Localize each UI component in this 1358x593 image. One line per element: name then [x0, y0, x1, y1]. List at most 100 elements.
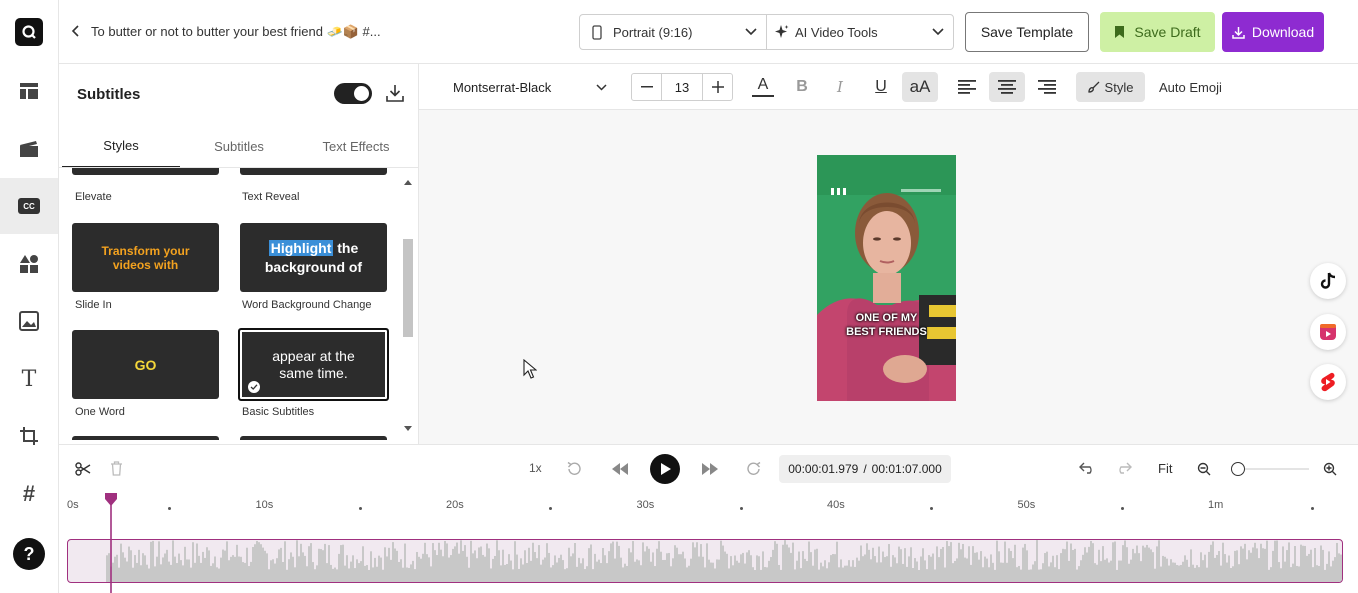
style-card-next[interactable] — [240, 436, 387, 440]
style-card-word-background-change[interactable]: Highlight the background of — [240, 223, 387, 292]
save-template-button[interactable]: Save Template — [965, 12, 1089, 52]
styles-scrollbar[interactable] — [400, 172, 416, 440]
subtitle-caption[interactable]: ONE OF MY BEST FRIENDS — [817, 311, 956, 339]
waveform-bar — [284, 541, 286, 582]
save-draft-button[interactable]: Save Draft — [1100, 12, 1215, 52]
zoom-slider-thumb[interactable] — [1231, 462, 1245, 476]
waveform-bar — [396, 550, 398, 582]
waveform-bar — [638, 560, 640, 582]
style-button[interactable]: Style — [1076, 72, 1145, 102]
waveform-bar — [530, 560, 532, 582]
waveform-bar — [598, 559, 600, 582]
trash-icon — [111, 461, 122, 476]
style-card-text-reveal[interactable] — [240, 168, 387, 175]
waveform-bar — [722, 545, 724, 582]
rail-media-button[interactable] — [0, 121, 58, 177]
skip-back-button[interactable] — [612, 463, 628, 475]
auto-emoji-button[interactable]: Auto Emoji — [1159, 72, 1222, 102]
rewind-5-button[interactable] — [566, 461, 582, 477]
font-family-dropdown[interactable]: Montserrat-Black — [441, 72, 619, 102]
waveform-bar — [312, 562, 314, 582]
format-dropdown[interactable]: Portrait (9:16) — [579, 14, 767, 50]
undo-button[interactable] — [1079, 462, 1097, 474]
rail-elements-button[interactable] — [0, 236, 58, 292]
skip-forward-icon — [702, 463, 718, 475]
timeline-ruler[interactable]: 0s 10s 20s 30s 40s 50s 1m — [59, 499, 1358, 519]
italic-button[interactable]: I — [824, 72, 856, 102]
redo-button[interactable] — [1114, 462, 1132, 474]
delete-button[interactable] — [110, 461, 123, 476]
playback-speed-button[interactable]: 1x — [529, 461, 542, 475]
align-right-button[interactable] — [1031, 72, 1063, 102]
style-card-one-word[interactable]: GO — [72, 330, 219, 399]
waveform-bar — [1112, 542, 1114, 582]
scrollbar-thumb[interactable] — [403, 239, 413, 337]
video-track-clip[interactable] — [67, 539, 1343, 583]
skip-forward-button[interactable] — [702, 463, 718, 475]
waveform-bar — [1322, 549, 1324, 582]
waveform-bar — [786, 544, 788, 582]
youtube-shorts-share-button[interactable] — [1310, 364, 1346, 400]
font-size-decrease-button[interactable] — [632, 74, 662, 100]
waveform-bar — [630, 552, 632, 582]
waveform-bar — [1334, 557, 1336, 582]
waveform-bar — [456, 542, 458, 582]
instagram-reels-share-button[interactable] — [1310, 314, 1346, 350]
waveform-bar — [354, 568, 356, 582]
align-center-button[interactable] — [989, 72, 1025, 102]
playhead[interactable] — [104, 493, 118, 593]
top-bar: To butter or not to butter your best fri… — [59, 0, 1358, 64]
back-button[interactable] — [71, 24, 81, 38]
waveform-bar — [134, 555, 136, 582]
project-title[interactable]: To butter or not to butter your best fri… — [91, 24, 381, 40]
text-case-button[interactable]: aA — [902, 72, 938, 102]
waveform-bar — [290, 552, 292, 582]
font-size-input[interactable]: 13 — [662, 74, 702, 100]
fit-button[interactable]: Fit — [1158, 461, 1172, 476]
tab-styles[interactable]: Styles — [62, 124, 180, 168]
waveform-bar — [984, 556, 986, 582]
waveform-bar — [1024, 543, 1026, 582]
waveform-bar — [138, 549, 140, 582]
rail-layout-button[interactable] — [0, 63, 58, 119]
export-subtitles-button[interactable] — [386, 84, 404, 102]
text-color-button[interactable]: A — [747, 72, 779, 102]
zoom-out-button[interactable] — [1197, 462, 1211, 476]
subtitles-toggle[interactable] — [334, 83, 372, 104]
ai-tools-dropdown[interactable]: AI Video Tools — [766, 14, 954, 50]
style-card-elevate[interactable] — [72, 168, 219, 175]
rail-text-button[interactable]: T — [0, 351, 58, 407]
rail-crop-button[interactable] — [0, 408, 58, 464]
split-button[interactable] — [75, 462, 91, 476]
video-preview[interactable]: ONE OF MY BEST FRIENDS — [817, 155, 956, 401]
bold-button[interactable]: B — [786, 72, 818, 102]
tiktok-share-button[interactable] — [1310, 263, 1346, 299]
rail-images-button[interactable] — [0, 293, 58, 349]
style-card-next[interactable] — [72, 436, 219, 440]
waveform-bar — [972, 546, 974, 582]
waveform-bar — [954, 560, 956, 582]
download-button[interactable]: Download — [1222, 12, 1324, 52]
forward-5-button[interactable] — [746, 461, 762, 477]
waveform-bar — [450, 555, 452, 582]
font-size-increase-button[interactable] — [702, 74, 732, 100]
tab-text-effects[interactable]: Text Effects — [297, 124, 415, 168]
waveform-bar — [860, 545, 862, 582]
underline-button[interactable]: U — [865, 72, 897, 102]
style-card-slide-in[interactable]: Transform your videos with — [72, 223, 219, 292]
rail-subtitles-button[interactable]: CC — [0, 178, 58, 234]
tab-subtitles[interactable]: Subtitles — [180, 124, 298, 168]
play-button[interactable] — [650, 454, 680, 484]
waveform-bar — [950, 542, 952, 582]
style-card-basic-subtitles[interactable]: appear at the same time. — [238, 328, 389, 401]
waveform-bar — [404, 543, 406, 582]
app-logo[interactable] — [0, 4, 58, 60]
waveform-bar — [572, 553, 574, 582]
zoom-slider[interactable] — [1231, 461, 1309, 477]
zoom-in-button[interactable] — [1323, 462, 1337, 476]
waveform-bar — [438, 542, 440, 582]
waveform-bar — [1068, 560, 1070, 582]
align-left-button[interactable] — [951, 72, 983, 102]
help-button[interactable]: ? — [0, 526, 58, 582]
rail-hashtag-button[interactable]: # — [0, 466, 58, 522]
